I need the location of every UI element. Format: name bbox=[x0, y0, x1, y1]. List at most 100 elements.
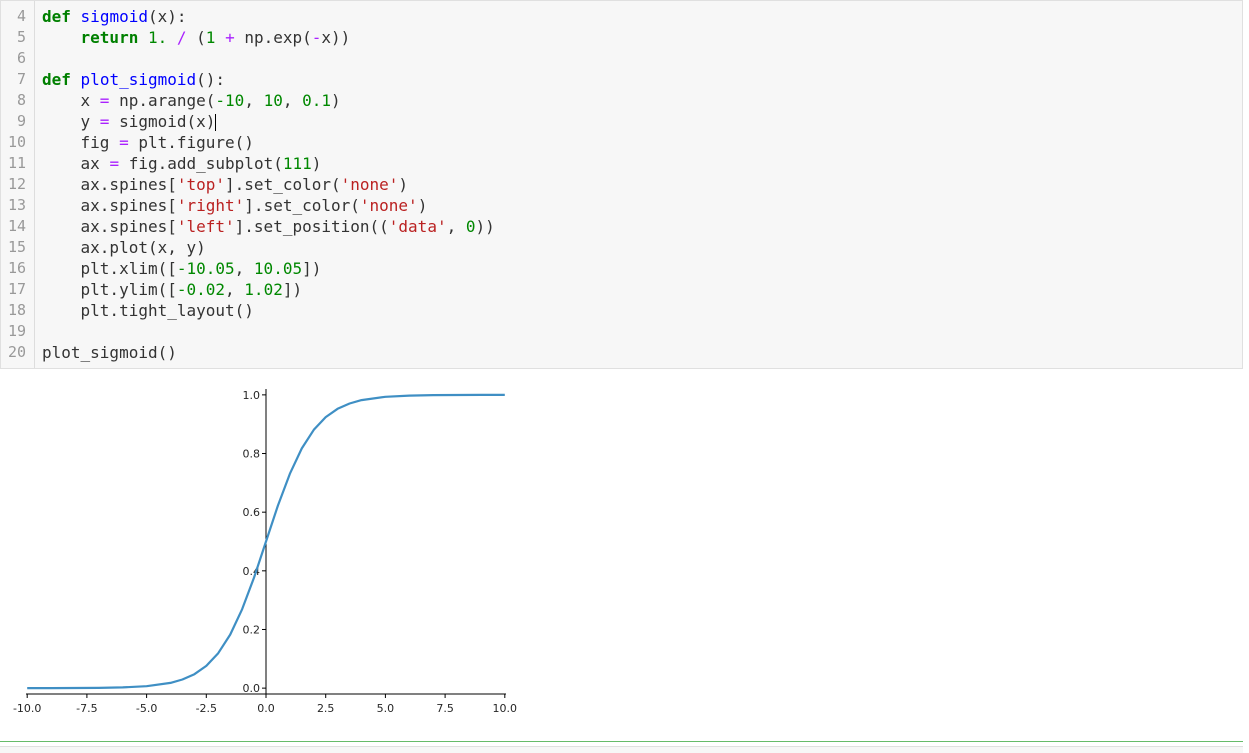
code-token: plt.ylim([ bbox=[42, 280, 177, 299]
line-number: 6 bbox=[16, 49, 26, 67]
code-token: -0.02 bbox=[176, 280, 226, 299]
code-token: 1. bbox=[147, 28, 168, 47]
code-token: = bbox=[99, 112, 110, 131]
line-number: 14 bbox=[7, 217, 26, 235]
code-token: (): bbox=[196, 70, 226, 89]
x-tick-label: 2.5 bbox=[317, 702, 335, 715]
code-token: 111 bbox=[282, 154, 312, 173]
line-number-gutter: 4 5 6 7 8 9 10 11 12 13 14 15 16 17 18 19 20 bbox=[1, 1, 35, 368]
code-token: x)) bbox=[321, 28, 351, 47]
code-token: fig bbox=[42, 133, 120, 152]
line-number: 12 bbox=[7, 175, 26, 193]
code-token: ax.spines[ bbox=[42, 217, 177, 236]
line-number: 5 bbox=[16, 28, 26, 46]
code-token: 1 bbox=[205, 28, 216, 47]
code-token: np.exp( bbox=[234, 28, 312, 47]
line-number: 8 bbox=[16, 91, 26, 109]
line-number: 19 bbox=[7, 322, 26, 340]
code-token: 'data' bbox=[388, 217, 447, 236]
code-token: = bbox=[99, 91, 110, 110]
code-token: def bbox=[42, 70, 71, 89]
code-token: ]) bbox=[302, 259, 322, 278]
x-tick-label: 10.0 bbox=[493, 702, 518, 715]
code-line[interactable]: plt.xlim([-10.05, 10.05]) bbox=[42, 258, 322, 279]
code-token: ].set_color( bbox=[244, 196, 360, 215]
code-token: / bbox=[176, 28, 187, 47]
code-token: ].set_position(( bbox=[234, 217, 389, 236]
line-number: 15 bbox=[7, 238, 26, 256]
sigmoid-chart: -10.0 -7.5 -5.0 -2.5 0.0 2.5 5.0 7.5 10.0 0.0 0.2 0… bbox=[13, 389, 518, 715]
code-token: 'none' bbox=[340, 175, 399, 194]
code-line[interactable]: ax.spines['top'].set_color('none') bbox=[42, 174, 409, 195]
code-token: 10 bbox=[263, 91, 283, 110]
code-token: ax.plot(x, y) bbox=[42, 238, 206, 257]
x-tick-label: -5.0 bbox=[136, 702, 157, 715]
code-token: 'none' bbox=[359, 196, 418, 215]
line-number: 20 bbox=[7, 343, 26, 361]
code-token: ]) bbox=[282, 280, 303, 299]
code-token: plt.figure() bbox=[128, 133, 254, 152]
code-token: ) bbox=[417, 196, 428, 215]
line-number: 18 bbox=[7, 301, 26, 319]
code-line[interactable]: ax.spines['left'].set_position(('data', … bbox=[42, 216, 495, 237]
code-line[interactable]: plot_sigmoid() bbox=[42, 342, 177, 363]
code-line[interactable]: x = np.arange(-10, 10, 0.1) bbox=[42, 90, 341, 111]
code-token: 'top' bbox=[176, 175, 226, 194]
code-token: ( bbox=[186, 28, 206, 47]
code-token: 'right' bbox=[176, 196, 245, 215]
code-line[interactable]: def plot_sigmoid(): bbox=[42, 69, 225, 90]
code-line[interactable]: plt.tight_layout() bbox=[42, 300, 254, 321]
y-tick-label: 0.6 bbox=[243, 506, 261, 519]
code-token: ) bbox=[331, 91, 341, 110]
line-number: 9 bbox=[16, 112, 26, 130]
code-line[interactable]: def sigmoid(x): bbox=[42, 6, 187, 27]
code-line[interactable]: ax.spines['right'].set_color('none') bbox=[42, 195, 428, 216]
code-line[interactable]: ax.plot(x, y) bbox=[42, 237, 206, 258]
selected-cell-indicator bbox=[0, 741, 1243, 742]
code-token: plot_sigmoid bbox=[80, 70, 197, 89]
line-number: 16 bbox=[7, 259, 26, 277]
code-token: def bbox=[42, 7, 71, 26]
code-token: , bbox=[282, 91, 303, 110]
code-token: plt.tight_layout() bbox=[42, 301, 254, 320]
code-token: fig.add_subplot( bbox=[119, 154, 283, 173]
code-token: 'left' bbox=[176, 217, 235, 236]
x-tick-label: 7.5 bbox=[436, 702, 454, 715]
code-cell[interactable]: 4 5 6 7 8 9 10 11 12 13 14 15 16 17 18 19 20 def sigmoid… bbox=[0, 0, 1243, 369]
code-token: ax bbox=[42, 154, 110, 173]
code-token: sigmoid(x) bbox=[109, 112, 216, 131]
code-token: plt.xlim([ bbox=[42, 259, 177, 278]
code-line[interactable]: return 1. / (1 + np.exp(-x)) bbox=[42, 27, 351, 48]
line-number: 4 bbox=[16, 7, 26, 25]
code-token: ax.spines[ bbox=[42, 196, 177, 215]
next-code-cell[interactable] bbox=[0, 746, 1243, 753]
y-tick-label: 0.8 bbox=[243, 448, 261, 461]
code-line[interactable]: y = sigmoid(x) bbox=[42, 111, 217, 132]
code-line[interactable]: fig = plt.figure() bbox=[42, 132, 254, 153]
code-token: ].set_color( bbox=[225, 175, 341, 194]
y-tick-label: 1.0 bbox=[243, 389, 261, 402]
line-number: 10 bbox=[7, 133, 26, 151]
code-token: , bbox=[244, 91, 264, 110]
code-token: = bbox=[119, 133, 129, 152]
code-token: , bbox=[225, 280, 245, 299]
x-tick-label: -10.0 bbox=[13, 702, 41, 715]
code-line[interactable]: plt.ylim([-0.02, 1.02]) bbox=[42, 279, 303, 300]
text-cursor bbox=[215, 114, 217, 131]
code-token: , bbox=[446, 217, 466, 236]
line-number: 13 bbox=[7, 196, 26, 214]
code-token: , bbox=[234, 259, 254, 278]
code-token: -10.05 bbox=[176, 259, 235, 278]
code-token: ) bbox=[311, 154, 322, 173]
code-token: return bbox=[80, 28, 139, 47]
code-token: (x): bbox=[147, 7, 187, 26]
code-token: x bbox=[42, 91, 100, 110]
line-number: 7 bbox=[16, 70, 26, 88]
line-number: 17 bbox=[7, 280, 26, 298]
code-line[interactable]: ax = fig.add_subplot(111) bbox=[42, 153, 322, 174]
